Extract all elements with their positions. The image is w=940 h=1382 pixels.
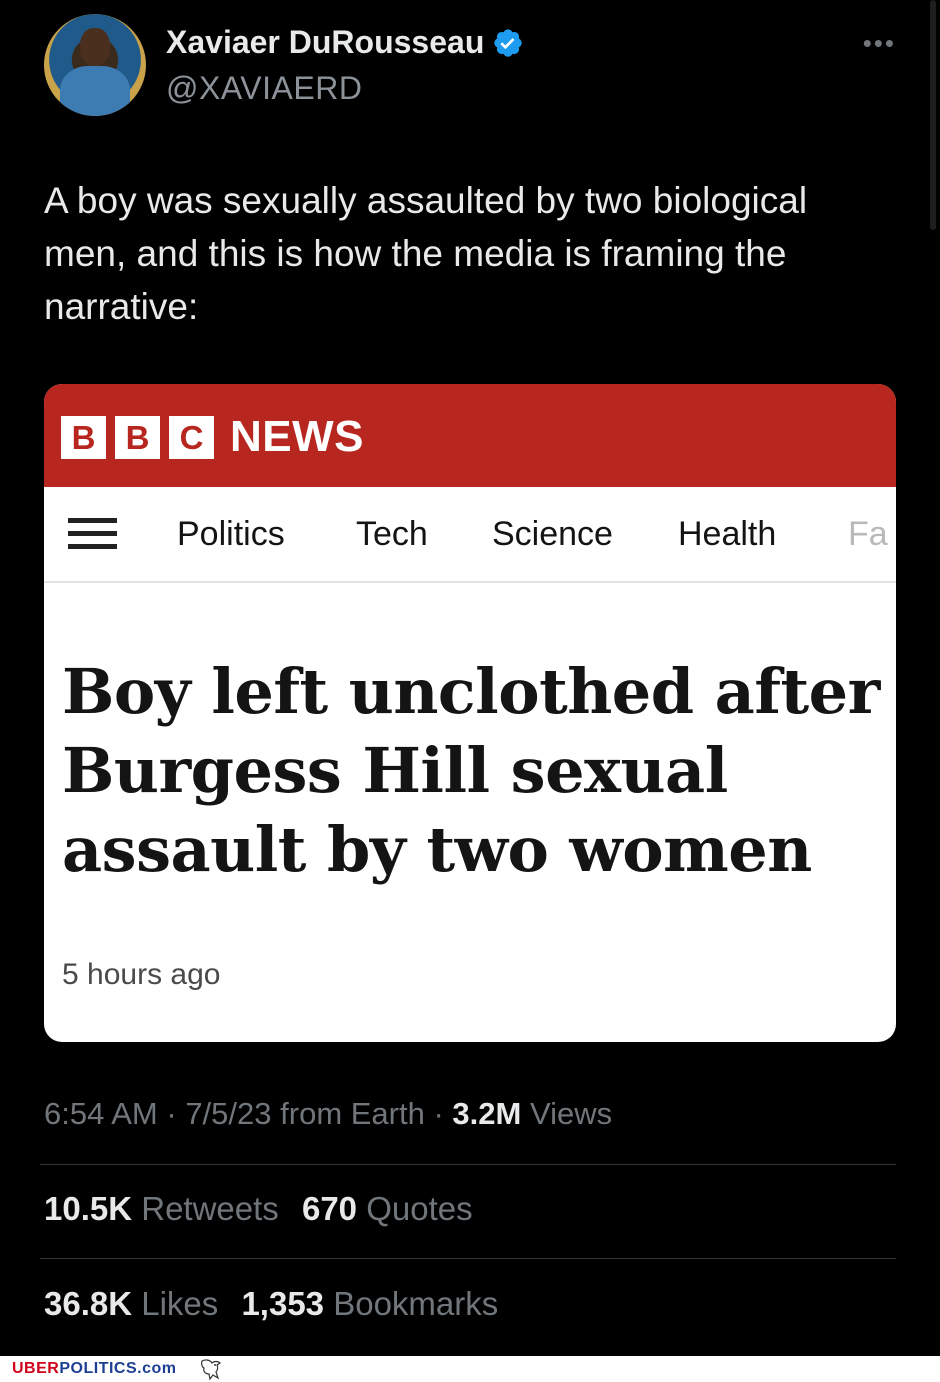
likes-label: Likes [141, 1285, 219, 1322]
author-avatar[interactable] [44, 14, 146, 116]
tweet-date[interactable]: 7/5/23 [185, 1096, 271, 1131]
nav-item-science: Science [492, 515, 613, 553]
nav-item-health: Health [678, 515, 777, 553]
nav-item-tech: Tech [356, 515, 428, 553]
uberpolitics-logo: UBERPOLITICS.com [12, 1360, 176, 1378]
embedded-image-card[interactable]: B B C NEWS Politics Tech Science Health … [44, 384, 896, 1042]
likes-bookmarks-stats: 36.8K Likes 1,353 Bookmarks [44, 1285, 498, 1323]
eagle-icon [201, 1359, 221, 1381]
bookmarks-label: Bookmarks [333, 1285, 499, 1322]
quotes-label: Quotes [366, 1190, 473, 1227]
retweets-link[interactable]: 10.5K Retweets [44, 1190, 279, 1227]
article-headline: Boy left unclothed after Burgess Hill se… [62, 655, 880, 886]
avatar-face [80, 28, 110, 66]
avatar-shirt [60, 66, 130, 116]
article-timestamp: 5 hours ago [62, 958, 221, 991]
verified-badge-icon [494, 28, 523, 57]
views-label: Views [529, 1096, 613, 1131]
author-name[interactable]: Xaviaer DuRousseau [166, 24, 484, 61]
hamburger-menu-icon [68, 518, 117, 552]
author-name-row: Xaviaer DuRousseau [166, 24, 524, 61]
bbc-news-banner: B B C NEWS [44, 384, 896, 487]
quotes-link[interactable]: 670 Quotes [302, 1190, 473, 1227]
tweet-meta: 6:54 AM · 7/5/23 from Earth · 3.2M Views [44, 1096, 612, 1132]
bbc-logo: B B C [61, 416, 214, 459]
retweets-count: 10.5K [44, 1190, 133, 1227]
tweet-header: Xaviaer DuRousseau @XAVIAERD ••• [44, 14, 896, 118]
brand-blue: POLITICS [59, 1360, 138, 1377]
likes-count: 36.8K [44, 1285, 133, 1322]
watermark-footer: UBERPOLITICS.com [0, 1356, 940, 1382]
bookmarks-count: 1,353 [241, 1285, 325, 1322]
meta-separator: · [166, 1096, 186, 1131]
retweet-quote-stats: 10.5K Retweets 670 Quotes [44, 1190, 473, 1228]
bbc-logo-letter: B [115, 416, 160, 459]
scrollbar[interactable] [930, 0, 936, 230]
views-count: 3.2M [452, 1096, 522, 1131]
bbc-logo-word: NEWS [230, 412, 364, 461]
tweet-source: from Earth [280, 1096, 425, 1131]
author-handle[interactable]: @XAVIAERD [166, 70, 362, 107]
quotes-count: 670 [301, 1190, 358, 1227]
likes-link[interactable]: 36.8K Likes [44, 1285, 218, 1322]
retweets-label: Retweets [141, 1190, 279, 1227]
nav-item-politics: Politics [177, 515, 285, 553]
bbc-nav-bar: Politics Tech Science Health Fa [44, 487, 896, 583]
tweet-text: A boy was sexually assaulted by two biol… [44, 180, 808, 327]
meta-separator: · [433, 1096, 453, 1131]
bbc-logo-letter: C [169, 416, 214, 459]
nav-item-truncated: Fa [848, 515, 888, 553]
divider [40, 1164, 896, 1165]
bookmarks-link[interactable]: 1,353 Bookmarks [241, 1285, 498, 1322]
divider [40, 1258, 896, 1259]
brand-suffix: .com [137, 1360, 177, 1377]
tweet-time[interactable]: 6:54 AM [44, 1096, 158, 1131]
more-horizontal-icon[interactable]: ••• [863, 28, 896, 59]
brand-red: UBER [12, 1360, 60, 1377]
bbc-logo-letter: B [61, 416, 106, 459]
